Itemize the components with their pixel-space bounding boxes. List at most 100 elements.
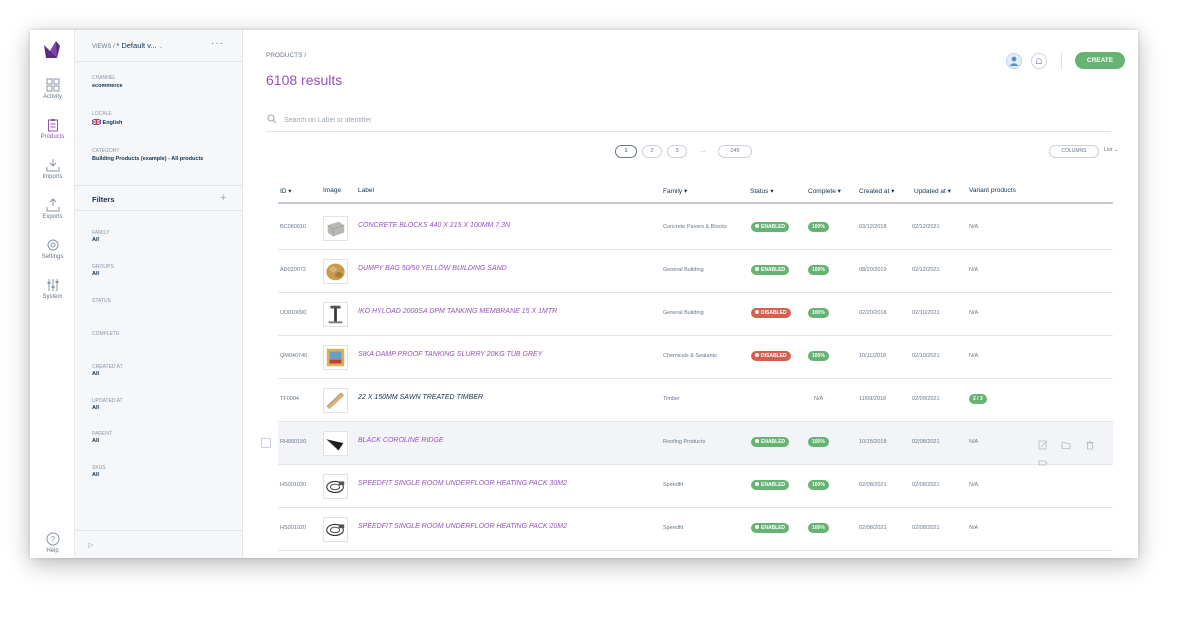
- product-family: Timber: [663, 396, 680, 402]
- updated-at: 02/12/2021: [912, 267, 940, 273]
- filter-complete[interactable]: COMPLETE: [92, 331, 120, 338]
- channel-switcher[interactable]: CHANNEL ecommerce: [92, 75, 123, 89]
- product-label[interactable]: BLACK COROLINE RIDGE: [358, 437, 444, 444]
- product-thumbnail: [323, 302, 348, 327]
- product-label[interactable]: CONCRETE BLOCKS 440 X 215 X 100MM 7.3N: [358, 222, 510, 229]
- category-label: CATEGORY: [92, 148, 120, 154]
- filter-created-at[interactable]: CREATED AT All: [92, 364, 123, 377]
- search-input[interactable]: [284, 113, 884, 127]
- edit-icon[interactable]: [1038, 437, 1048, 450]
- category-switcher[interactable]: CATEGORY Building Products (example) - A…: [92, 148, 203, 162]
- app-window: Activity Products Imports Exports Settin…: [30, 30, 1138, 558]
- filter-value: All: [92, 271, 100, 277]
- status-badge: ENABLED: [751, 437, 790, 447]
- table-row[interactable]: TF0004 22 X 150MM SAWN TREATED TIMBER Ti…: [278, 379, 1113, 422]
- nav-item-system[interactable]: System: [30, 278, 75, 300]
- product-model-label[interactable]: 22 X 150MM SAWN TREATED TIMBER: [358, 394, 483, 401]
- tag-icon[interactable]: [1038, 455, 1048, 466]
- page-ellipsis: ...: [700, 148, 706, 154]
- breadcrumb[interactable]: PRODUCTS /: [266, 52, 306, 59]
- updated-at: 02/10/2021: [912, 353, 940, 359]
- create-product-button[interactable]: CREATE: [1075, 52, 1125, 69]
- table-row[interactable]: RH000150 BLACK COROLINE RIDGE Roofing Pr…: [261, 422, 1113, 466]
- completeness-badge: 100%: [808, 480, 829, 490]
- product-family: Concrete Pavers & Blocks: [663, 224, 727, 230]
- updated-at: 02/08/2021: [912, 439, 940, 445]
- table-row[interactable]: BC060010 CONCRETE BLOCKS 440 X 215 X 100…: [278, 207, 1113, 250]
- page-3[interactable]: 3: [667, 145, 687, 158]
- nav-item-products[interactable]: Products: [30, 118, 75, 140]
- locale-switcher[interactable]: LOCALE English: [91, 111, 122, 126]
- table-row[interactable]: QM040740 SIKA DAMP PROOF TANKING SLURRY …: [278, 336, 1113, 379]
- column-header-status[interactable]: Status ▾: [750, 187, 774, 195]
- column-header-id[interactable]: ID ▾: [280, 187, 292, 195]
- notifications-button[interactable]: [1031, 53, 1047, 69]
- filter-family[interactable]: FAMILY All: [92, 230, 109, 243]
- bell-icon: [1036, 58, 1042, 64]
- created-at: 02/08/2021: [859, 525, 887, 531]
- sliders-icon: [47, 279, 58, 291]
- page-2[interactable]: 2: [642, 145, 662, 158]
- product-grid-page: PRODUCTS / 6108 results CREATE 1 2 3 ...…: [243, 30, 1138, 558]
- column-header-updated-at[interactable]: Updated at ▾: [914, 187, 951, 195]
- more-options-icon[interactable]: ···: [211, 38, 224, 49]
- filters-header: Filters +: [75, 185, 243, 211]
- views-selector[interactable]: VIEWS / * Default v... ⌄: [92, 41, 163, 50]
- product-label[interactable]: SIKA DAMP PROOF TANKING SLURRY 20KG TUB …: [358, 351, 542, 358]
- trash-icon[interactable]: [1085, 437, 1095, 450]
- filter-parent[interactable]: PARENT All: [92, 431, 112, 444]
- column-header-complete[interactable]: Complete ▾: [808, 187, 841, 195]
- product-label[interactable]: DUMPY BAG 50/50 YELLOW BUILDING SAND: [358, 265, 507, 272]
- nav-item-exports[interactable]: Exports: [30, 198, 75, 220]
- product-label[interactable]: IKO HYLOAD 2000SA DPM TANKING MEMBRANE 1…: [358, 308, 557, 315]
- page-1[interactable]: 1: [615, 145, 637, 158]
- filter-label: COMPLETE: [92, 331, 120, 337]
- variant-products: N/A: [969, 439, 979, 445]
- product-label[interactable]: SPEEDFIT SINGLE ROOM UNDERFLOOR HEATING …: [358, 523, 567, 530]
- views-bar: VIEWS / * Default v... ⌄ ···: [75, 30, 243, 62]
- filter-groups[interactable]: GROUPS All: [92, 264, 114, 277]
- table-row[interactable]: HS001020 SPEEDFIT SINGLE ROOM UNDERFLOOR…: [278, 508, 1113, 551]
- nav-item-imports[interactable]: Imports: [30, 158, 75, 180]
- created-at: 10/15/2018: [859, 439, 887, 445]
- add-filter-icon[interactable]: +: [220, 192, 226, 204]
- folder-icon[interactable]: [1061, 437, 1071, 449]
- row-checkbox[interactable]: [261, 438, 271, 448]
- filter-updated-at[interactable]: UPDATED AT All: [92, 398, 123, 411]
- product-label[interactable]: SPEEDFIT SINGLE ROOM UNDERFLOOR HEATING …: [358, 480, 567, 487]
- filter-value: All: [92, 438, 100, 444]
- page-last[interactable]: 245: [718, 145, 752, 158]
- created-at: 10/11/2018: [859, 353, 887, 359]
- sidebar-divider: [75, 530, 243, 531]
- table-row[interactable]: UD010090 IKO HYLOAD 2000SA DPM TANKING M…: [278, 293, 1113, 336]
- nav-item-settings[interactable]: Settings: [30, 238, 75, 260]
- columns-button[interactable]: COLUMNS: [1049, 145, 1099, 158]
- svg-text:?: ?: [50, 535, 55, 544]
- app-logo[interactable]: [41, 38, 63, 60]
- user-avatar[interactable]: [1006, 53, 1022, 69]
- updated-at: 02/12/2021: [912, 224, 940, 230]
- collapse-sidebar-icon[interactable]: ▷: [88, 541, 93, 549]
- product-family: Chemicals & Sealants: [663, 353, 717, 359]
- display-mode-selector[interactable]: List ⌄: [1104, 147, 1119, 153]
- nav-item-activity[interactable]: Activity: [30, 78, 75, 100]
- nav-item-label: System: [42, 294, 63, 300]
- nav-item-label: Imports: [42, 174, 63, 180]
- product-thumbnail: [323, 388, 348, 413]
- column-header-label[interactable]: Label: [358, 187, 374, 194]
- table-row[interactable]: AD020072 DUMPY BAG 50/50 YELLOW BUILDING…: [278, 250, 1113, 293]
- variant-products: N/A: [969, 525, 979, 531]
- channel-label: CHANNEL: [92, 75, 116, 81]
- help-icon: ?: [46, 532, 59, 546]
- filter-skus[interactable]: SKUS All: [92, 465, 106, 478]
- updated-at: 02/09/2021: [912, 396, 940, 402]
- completeness-value: N/A: [814, 396, 824, 402]
- nav-item-help[interactable]: ? Help: [30, 532, 75, 554]
- column-header-family[interactable]: Family ▾: [663, 187, 687, 195]
- filter-label: SKUS: [92, 465, 106, 471]
- filter-status[interactable]: STATUS: [92, 298, 111, 305]
- table-row[interactable]: HS001030 SPEEDFIT SINGLE ROOM UNDERFLOOR…: [278, 465, 1113, 508]
- column-header-created-at[interactable]: Created at ▾: [859, 187, 894, 195]
- product-thumbnail: [323, 345, 348, 370]
- filter-label: PARENT: [92, 431, 112, 437]
